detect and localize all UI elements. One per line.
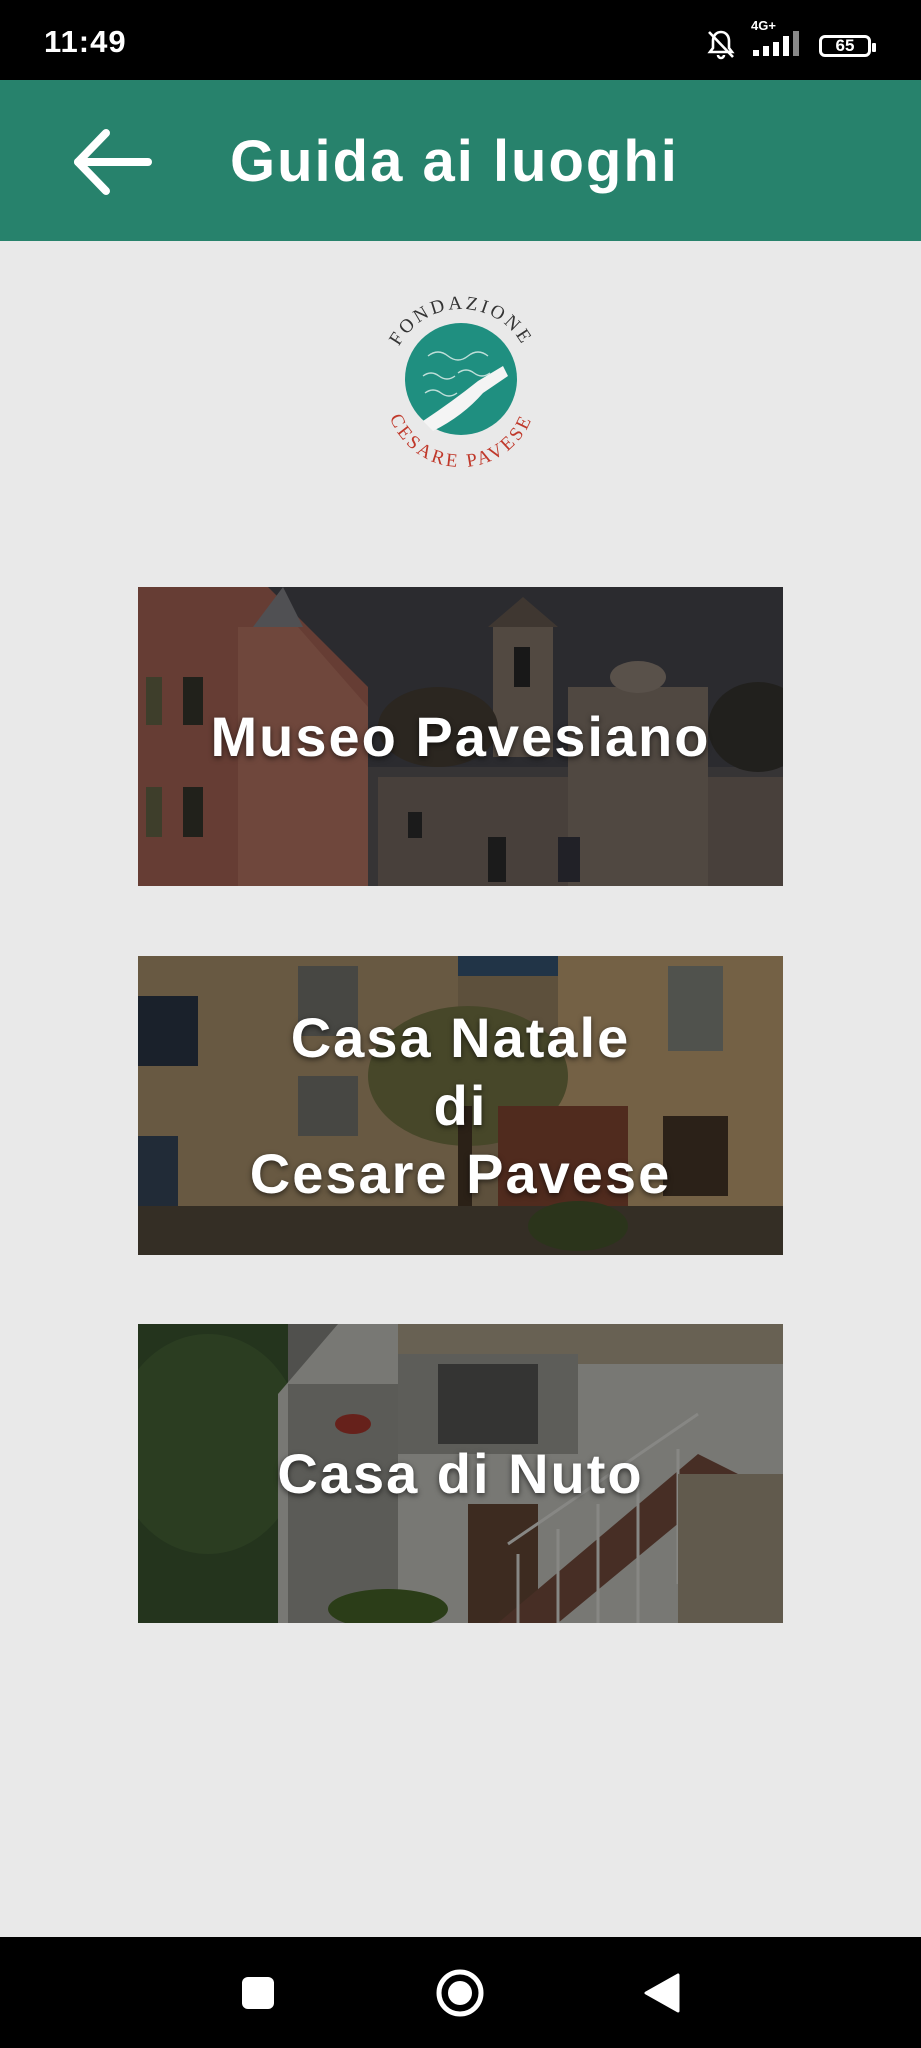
page-title: Guida ai luoghi <box>230 129 679 194</box>
system-nav-bar <box>0 1937 921 2048</box>
app-bar: Guida ai luoghi <box>0 80 921 241</box>
back-button[interactable] <box>64 120 160 204</box>
home-circle-icon <box>436 1969 484 2017</box>
status-time: 11:49 <box>44 24 127 59</box>
place-card-casa-di-nuto[interactable]: Casa di Nuto <box>138 1324 783 1623</box>
recents-square-icon <box>242 1977 274 2009</box>
arrow-left-icon <box>74 129 152 195</box>
status-icons: 4G+ 65 <box>705 18 876 66</box>
back-nav-button[interactable] <box>634 1965 690 2021</box>
battery-icon: 65 <box>819 35 876 57</box>
recents-button[interactable] <box>230 1965 286 2021</box>
place-card-museo-pavesiano[interactable]: Museo Pavesiano <box>138 587 783 886</box>
back-triangle-icon <box>644 1973 680 2013</box>
signal-icon: 4G+ <box>751 18 805 63</box>
place-card-casa-natale[interactable]: Casa Natale di Cesare Pavese <box>138 956 783 1255</box>
home-button[interactable] <box>432 1965 488 2021</box>
place-label: Museo Pavesiano <box>210 704 711 768</box>
bell-off-icon <box>705 28 737 65</box>
battery-level: 65 <box>835 36 855 55</box>
place-label: Casa di Nuto <box>277 1441 644 1505</box>
fondazione-logo: FONDAZIONE CESARE PAVESE <box>363 281 559 477</box>
network-type: 4G+ <box>751 17 776 33</box>
place-label: Casa Natale di Cesare Pavese <box>249 1005 672 1205</box>
status-bar: 11:49 4G+ 65 <box>0 0 921 80</box>
